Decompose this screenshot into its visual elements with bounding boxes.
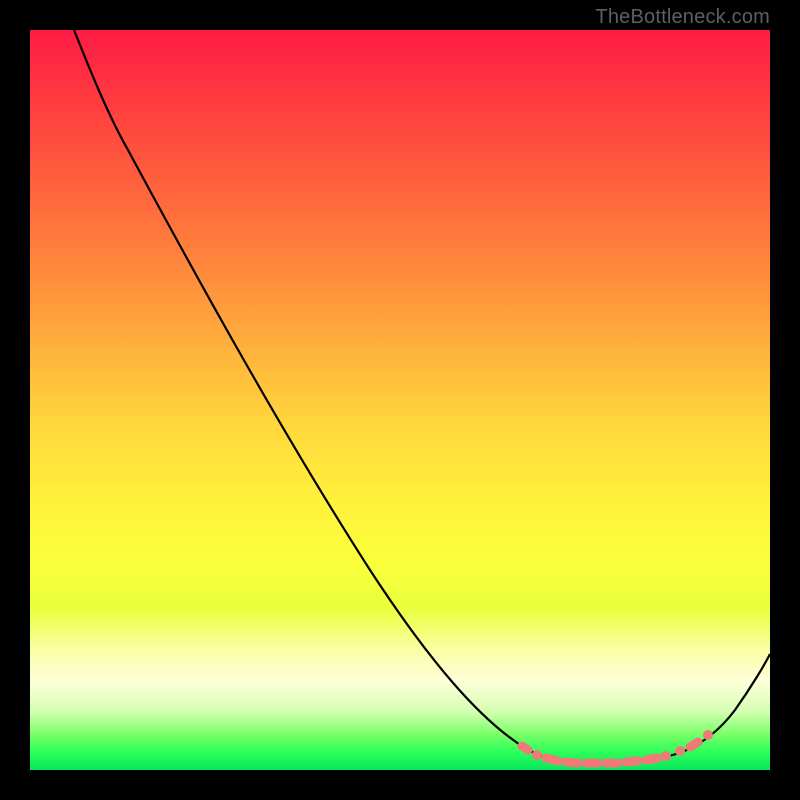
chart-frame: TheBottleneck.com: [0, 0, 800, 800]
plot-area: [30, 30, 770, 770]
optimal-range-markers: [522, 730, 713, 763]
attribution-text: TheBottleneck.com: [595, 6, 770, 29]
bottleneck-curve: [74, 30, 770, 763]
curve-layer: [30, 30, 770, 770]
